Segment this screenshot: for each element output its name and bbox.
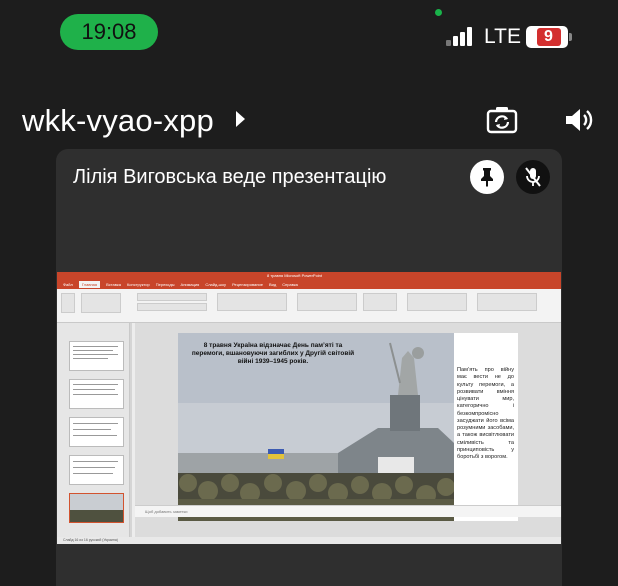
arrange-button[interactable]: [363, 293, 397, 311]
ppt-ribbon-tabs: Файл Главная Вставка Конструктор Переход…: [57, 280, 561, 289]
slide-thumbnail[interactable]: [69, 379, 124, 409]
slide-thumbnails-pane: [57, 323, 130, 537]
ppt-ribbon: [57, 289, 561, 323]
ppt-status-bar: Слайд 16 из 16 русский (Украина): [57, 537, 561, 544]
ribbon-tab[interactable]: Вид: [269, 282, 276, 287]
slide-thumbnail[interactable]: [69, 455, 124, 485]
slides-group[interactable]: [81, 293, 121, 313]
pin-button[interactable]: [470, 160, 504, 194]
paragraph-group[interactable]: [217, 293, 287, 311]
camera-switch-icon[interactable]: [485, 104, 519, 136]
meeting-code[interactable]: wkk-vyao-xpp: [22, 103, 214, 139]
editing-group[interactable]: [477, 293, 537, 311]
ribbon-tab[interactable]: Справка: [282, 282, 298, 287]
screen-root: 19:08 LTE 9 wkk-vyao-xpp Лілія Виговська…: [0, 0, 618, 586]
presenter-caption: Лілія Виговська веде презентацію: [73, 166, 387, 188]
privacy-indicator-dot: [435, 9, 442, 16]
shared-screen: 8 травня Microsoft PowerPoint Файл Главн…: [57, 272, 561, 544]
drawing-group[interactable]: [297, 293, 357, 311]
ppt-window-titlebar: 8 травня Microsoft PowerPoint: [57, 272, 561, 280]
mic-off-button[interactable]: [516, 160, 550, 194]
battery-icon: 9: [526, 26, 572, 48]
battery-cap: [569, 33, 572, 41]
font-select[interactable]: [137, 293, 207, 301]
slide-body-text: Пам’ять про війну має вести не до культу…: [457, 367, 514, 461]
signal-strength-icon: [446, 26, 476, 46]
status-bar: 19:08 LTE 9: [0, 0, 618, 70]
notes-placeholder[interactable]: Щоб добавить заметки: [135, 505, 561, 517]
speaker-icon[interactable]: [562, 104, 596, 136]
current-slide: 8 травня Україна відзначає День пам’яті …: [178, 333, 518, 521]
battery-level: 9: [536, 28, 561, 46]
font-format-row[interactable]: [137, 303, 207, 311]
ribbon-tab[interactable]: Вставка: [106, 282, 121, 287]
network-type: LTE: [484, 25, 521, 48]
shape-style-group[interactable]: [407, 293, 467, 311]
slide-heading: 8 травня Україна відзначає День пам’яті …: [191, 342, 355, 366]
paste-button[interactable]: [61, 293, 75, 313]
ribbon-tab[interactable]: Рецензирование: [232, 282, 263, 287]
mic-off-icon: [525, 167, 541, 187]
clock[interactable]: 19:08: [60, 14, 158, 50]
ribbon-tab[interactable]: Конструктор: [127, 282, 150, 287]
pin-icon: [481, 168, 493, 187]
ribbon-tab[interactable]: Переходы: [156, 282, 175, 287]
ribbon-tab[interactable]: Слайд-шоу: [205, 282, 226, 287]
presentation-tile[interactable]: Лілія Виговська веде презентацію 8 травн…: [56, 149, 562, 586]
slide-thumbnail[interactable]: [69, 417, 124, 447]
chevron-right-icon[interactable]: [236, 111, 245, 127]
slide-thumbnail-selected[interactable]: [69, 493, 124, 523]
slide-thumbnail[interactable]: [69, 341, 124, 371]
ribbon-tab[interactable]: Файл: [63, 282, 73, 287]
ppt-window-title: 8 травня Microsoft PowerPoint: [267, 273, 323, 278]
ribbon-tab[interactable]: Анимация: [181, 282, 200, 287]
ribbon-tab-active[interactable]: Главная: [78, 281, 101, 288]
